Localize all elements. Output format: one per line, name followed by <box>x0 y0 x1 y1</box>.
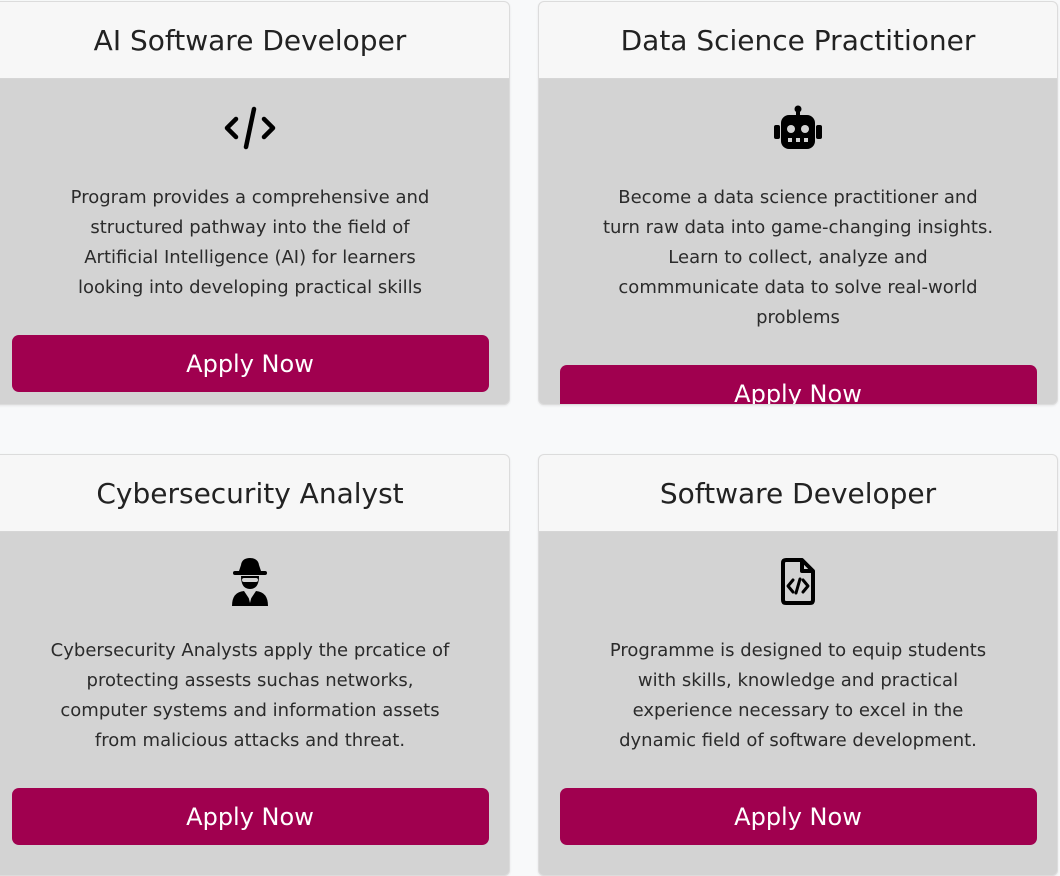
course-card-cybersecurity-analyst: Cybersecurity Analyst Cybersecurity Anal… <box>0 454 510 876</box>
card-title: Software Developer <box>539 455 1057 532</box>
card-title: Data Science Practitioner <box>539 2 1057 79</box>
robot-icon <box>539 103 1057 153</box>
course-card-software-developer: Software Developer Programme is designed… <box>538 454 1058 876</box>
course-card-ai-software-developer: AI Software Developer Program provides a… <box>0 1 510 405</box>
card-title: AI Software Developer <box>0 2 509 79</box>
card-description: Cybersecurity Analysts apply the prcatic… <box>50 640 450 751</box>
card-description: Become a data science practitioner and t… <box>602 187 994 328</box>
card-title: Cybersecurity Analyst <box>0 455 509 532</box>
apply-now-button[interactable]: Apply Now <box>11 335 489 392</box>
apply-now-button[interactable]: Apply Now <box>559 788 1037 845</box>
apply-now-button[interactable]: Apply Now <box>11 788 489 845</box>
card-description: Programme is designed to equip students … <box>609 640 987 751</box>
file-code-icon <box>539 556 1057 606</box>
card-description: Program provides a comprehensive and str… <box>70 187 430 298</box>
apply-now-button[interactable]: Apply Now <box>559 365 1037 404</box>
spy-icon <box>0 556 509 606</box>
code-icon <box>0 103 509 153</box>
course-card-data-science-practitioner: Data Science Practitioner Become a data … <box>538 1 1058 405</box>
